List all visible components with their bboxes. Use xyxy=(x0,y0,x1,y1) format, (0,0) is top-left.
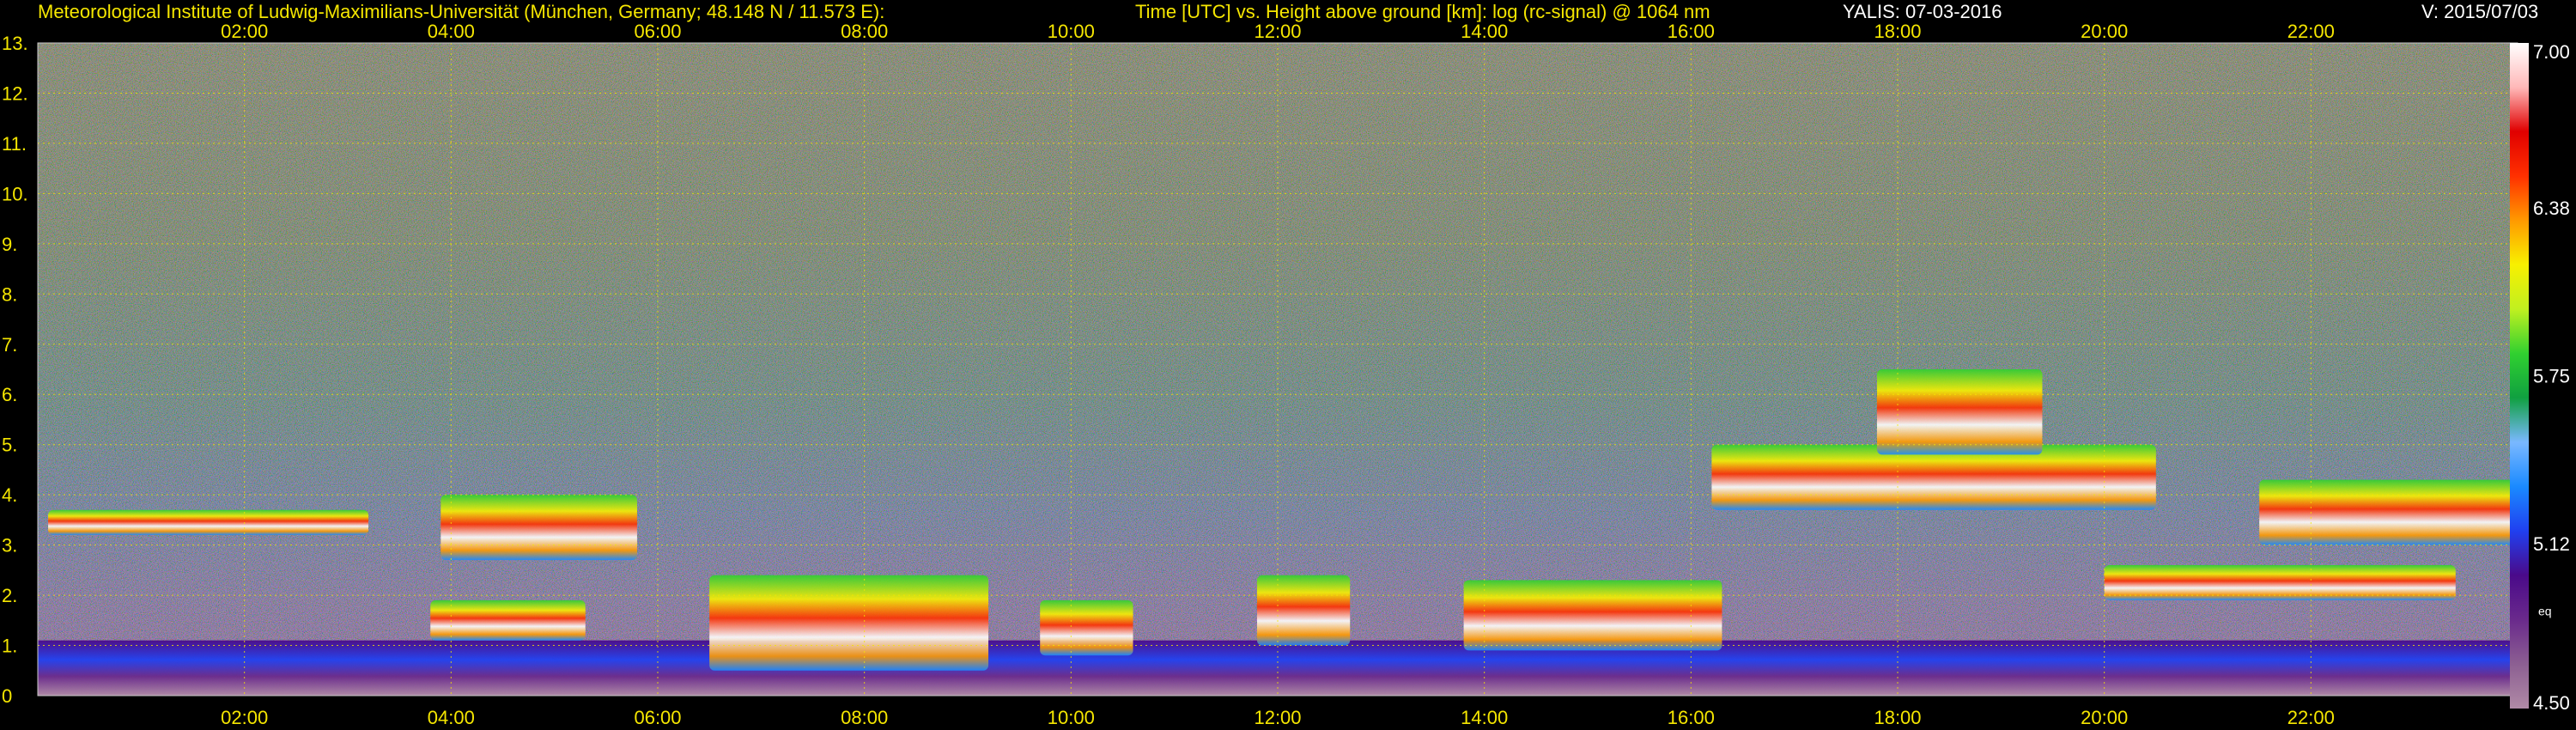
colorbar-gradient xyxy=(2510,43,2529,709)
x-axis-bottom: 02:00 04:00 06:00 08:00 10:00 12:00 14:00 16:00… xyxy=(221,707,2335,728)
x-tick-label-top: 12:00 xyxy=(1254,21,1301,42)
cloud-layer-11 xyxy=(2259,479,2518,545)
x-tick-label-top: 10:00 xyxy=(1048,21,1095,42)
y-tick-label: 4. xyxy=(2,484,17,506)
x-tick-label-top: 16:00 xyxy=(1668,21,1715,42)
cloud-layer-9 xyxy=(1876,369,2043,455)
x-tick-label-bottom: 18:00 xyxy=(1874,707,1921,728)
x-tick-label-bottom: 10:00 xyxy=(1048,707,1095,728)
cloud-layer-7 xyxy=(1463,580,1722,651)
y-tick-label: 2. xyxy=(2,585,17,606)
y-tick-label: 6. xyxy=(2,384,17,405)
x-tick-label-top: 02:00 xyxy=(221,21,268,42)
x-tick-label-bottom: 12:00 xyxy=(1254,707,1301,728)
y-tick-label: 0 xyxy=(2,685,12,707)
y-tick-label: 13. xyxy=(2,33,28,54)
cloud-layer-6 xyxy=(1256,575,1351,646)
x-tick-label-bottom: 08:00 xyxy=(841,707,888,728)
x-tick-label-top: 22:00 xyxy=(2287,21,2335,42)
colorbar-tick-label: 7.00 xyxy=(2533,41,2570,63)
colorbar-tick-label: 6.38 xyxy=(2533,198,2570,219)
x-tick-label-bottom: 20:00 xyxy=(2081,707,2128,728)
colorbar-tick-label: 5.12 xyxy=(2533,533,2570,555)
cloud-layer-5 xyxy=(1040,599,1133,656)
x-tick-label-top: 06:00 xyxy=(634,21,681,42)
y-tick-label: 8. xyxy=(2,283,17,305)
x-tick-label-bottom: 16:00 xyxy=(1668,707,1715,728)
y-axis: 0 1. 2. 3. 4. 5. 6. 7. 8. 9. 10. 11. 12. 13. xyxy=(2,33,28,707)
colorbar-tick-label: 4.50 xyxy=(2533,692,2570,714)
cloud-layer-1 xyxy=(48,509,369,535)
cloud-layer-2 xyxy=(440,495,637,561)
colorbar-extra-label: eq xyxy=(2538,605,2552,618)
cloud-layer-3 xyxy=(430,599,586,641)
y-tick-label: 10. xyxy=(2,183,28,204)
x-tick-label-bottom: 14:00 xyxy=(1461,707,1508,728)
x-tick-label-top: 04:00 xyxy=(428,21,475,42)
y-tick-label: 1. xyxy=(2,636,17,657)
x-tick-label-bottom: 04:00 xyxy=(428,707,475,728)
x-tick-label-bottom: 22:00 xyxy=(2287,707,2335,728)
x-axis-top: 02:00 04:00 06:00 08:00 10:00 12:00 14:00 16:00… xyxy=(221,21,2335,42)
x-tick-label-top: 08:00 xyxy=(841,21,888,42)
x-tick-label-bottom: 02:00 xyxy=(221,707,268,728)
y-tick-label: 11. xyxy=(2,133,27,155)
x-tick-label-top: 18:00 xyxy=(1874,21,1921,42)
y-tick-label: 7. xyxy=(2,334,17,356)
x-tick-label-top: 20:00 xyxy=(2081,21,2128,42)
colorbar-ticks: 7.00 6.38 5.75 5.12 4.50 eq xyxy=(2533,41,2570,714)
colorbar: 7.00 6.38 5.75 5.12 4.50 eq xyxy=(2510,41,2570,714)
y-tick-label: 3. xyxy=(2,535,17,557)
plot-area xyxy=(37,42,2518,697)
colorbar-tick-label: 5.75 xyxy=(2533,366,2570,387)
x-tick-label-top: 14:00 xyxy=(1461,21,1508,42)
y-tick-label: 9. xyxy=(2,234,17,255)
y-tick-label: 12. xyxy=(2,82,28,104)
x-tick-label-bottom: 06:00 xyxy=(634,707,681,728)
lidar-quicklook-chart: 02:00 04:00 06:00 08:00 10:00 12:00 14:00 16:00… xyxy=(2,21,2570,728)
cloud-layer-4 xyxy=(709,575,989,671)
y-tick-label: 5. xyxy=(2,435,17,456)
